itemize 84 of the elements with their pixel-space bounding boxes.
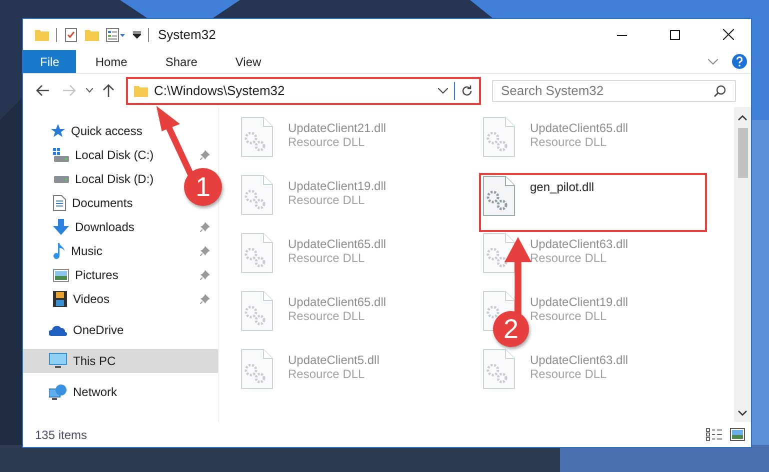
- dll-file-icon: [483, 233, 515, 273]
- help-icon[interactable]: [732, 54, 747, 69]
- nav-item[interactable]: Network: [23, 380, 218, 404]
- ribbon-tab[interactable]: View: [216, 50, 280, 73]
- scrollbar-thumb[interactable]: [738, 128, 748, 178]
- file-type: Resource DLL: [530, 135, 608, 149]
- chevron-down-icon[interactable]: [738, 410, 747, 416]
- music-note-icon: [53, 243, 65, 259]
- dll-file-icon: [241, 291, 273, 331]
- file-name: UpdateClient65.dll: [530, 121, 628, 135]
- folder-icon: [35, 28, 49, 42]
- window-title: System32: [158, 27, 216, 42]
- nav-item[interactable]: This PC: [23, 349, 218, 373]
- nav-item[interactable]: Music: [23, 239, 218, 263]
- pin-icon[interactable]: [200, 222, 210, 232]
- file-name: gen_pilot.dll: [530, 180, 594, 194]
- file-name: UpdateClient63.dll: [530, 353, 628, 367]
- file-name: UpdateClient19.dll: [530, 295, 628, 309]
- nav-item[interactable]: Quick access: [23, 119, 218, 143]
- checklist-icon[interactable]: [64, 28, 78, 42]
- pin-icon[interactable]: [200, 294, 210, 304]
- file-type: Resource DLL: [288, 367, 366, 381]
- nav-item[interactable]: Local Disk (C:): [23, 143, 218, 167]
- dll-file-icon: [241, 117, 273, 157]
- file-name: UpdateClient65.dll: [288, 237, 386, 251]
- ribbon-tab[interactable]: File: [23, 50, 76, 73]
- search-icon: [714, 84, 726, 96]
- file-name: UpdateClient5.dll: [288, 353, 380, 367]
- file-type: Resource DLL: [288, 135, 366, 149]
- chevron-down-icon[interactable]: [438, 88, 448, 94]
- cloud-icon: [49, 324, 67, 336]
- document-icon: [53, 195, 66, 211]
- dll-file-icon: [483, 117, 515, 157]
- file-item[interactable]: gen_pilot.dll: [479, 173, 707, 232]
- picture-frame-icon: [53, 268, 69, 282]
- file-name: UpdateClient63.dll: [530, 237, 628, 251]
- details-view-icon[interactable]: [706, 428, 722, 441]
- maximize-icon: [670, 30, 680, 40]
- star-icon: [49, 123, 65, 139]
- refresh-icon[interactable]: [461, 84, 473, 96]
- ribbon-tab[interactable]: Share: [146, 50, 216, 73]
- close-icon: [722, 29, 734, 40]
- item-count: 135 items: [35, 428, 88, 442]
- network-icon: [49, 384, 67, 400]
- file-name: UpdateClient21.dll: [288, 121, 386, 135]
- search-field[interactable]: Search System32: [492, 80, 736, 102]
- properties-icon[interactable]: [106, 28, 126, 42]
- pin-icon[interactable]: [200, 150, 210, 160]
- nav-item[interactable]: Videos: [23, 287, 218, 311]
- folder-icon: [134, 84, 148, 98]
- up-arrow-icon[interactable]: [103, 84, 114, 97]
- file-type: Resource DLL: [288, 251, 366, 265]
- nav-item[interactable]: Downloads: [23, 215, 218, 239]
- pin-icon[interactable]: [200, 270, 210, 280]
- file-type: Resource DLL: [288, 193, 366, 207]
- chevron-up-icon[interactable]: [738, 115, 747, 121]
- large-icons-view-icon[interactable]: [730, 428, 745, 441]
- download-arrow-icon: [53, 219, 69, 235]
- nav-item[interactable]: Pictures: [23, 263, 218, 287]
- monitor-icon: [49, 353, 67, 369]
- ribbon-tab[interactable]: Home: [76, 50, 146, 73]
- nav-item[interactable]: Local Disk (D:): [23, 167, 168, 191]
- drive-icon: [53, 148, 69, 162]
- file-type: Resource DLL: [288, 309, 366, 323]
- film-strip-icon: [53, 291, 67, 307]
- pin-icon[interactable]: [200, 246, 210, 256]
- nav-item[interactable]: OneDrive: [23, 318, 218, 342]
- scrollbar[interactable]: [734, 107, 751, 422]
- back-arrow-icon[interactable]: [36, 85, 49, 96]
- file-type: Resource DLL: [530, 367, 608, 381]
- nav-item[interactable]: Documents: [23, 191, 147, 215]
- file-name: UpdateClient19.dll: [288, 179, 386, 193]
- dll-file-icon: [241, 349, 273, 389]
- file-type: Resource DLL: [530, 251, 608, 265]
- caret-icon[interactable]: [133, 30, 141, 38]
- file-type: Resource DLL: [530, 309, 608, 323]
- dll-file-icon: [483, 176, 515, 216]
- address-field[interactable]: C:\Windows\System32: [126, 76, 481, 104]
- dll-file-icon: [483, 349, 515, 389]
- file-name: UpdateClient65.dll: [288, 295, 386, 309]
- dll-file-icon: [241, 233, 273, 273]
- caret-icon[interactable]: [86, 88, 93, 93]
- drive-icon: [53, 176, 69, 182]
- dll-file-icon: [241, 175, 273, 215]
